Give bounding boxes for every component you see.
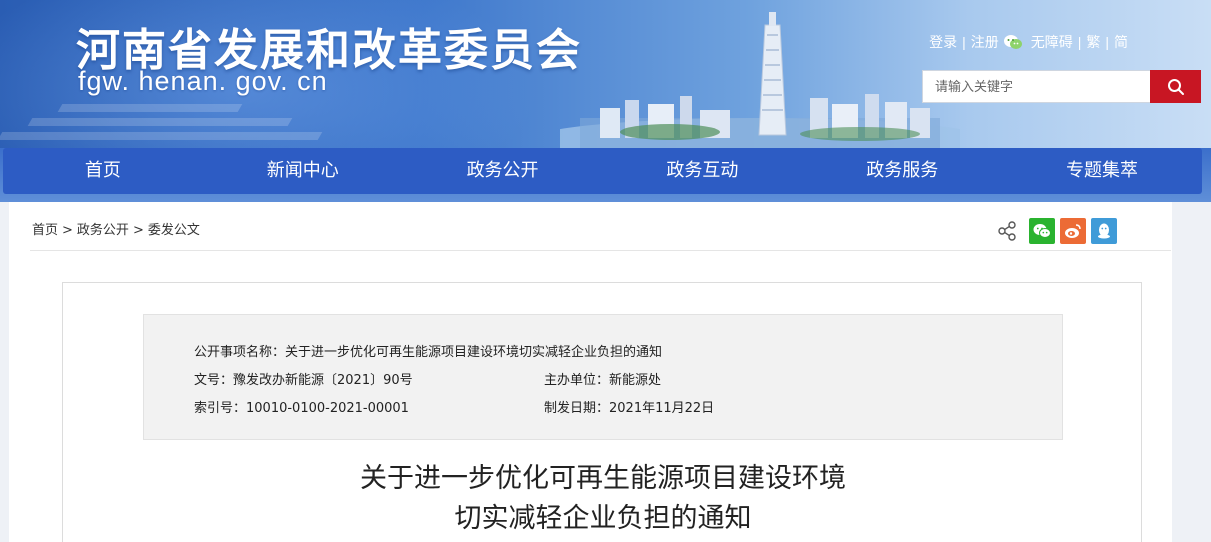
link-separator: | bbox=[1077, 34, 1082, 50]
city-skyline-illustration bbox=[560, 12, 960, 150]
nav-item-home[interactable]: 首页 bbox=[3, 148, 203, 194]
breadcrumb: 首页 > 政务公开 > 委发公文 bbox=[32, 219, 200, 238]
article-title-line-2: 切实减轻企业负担的通知 bbox=[454, 503, 752, 534]
metadata-issue-date: 制发日期：2021年11月22日 bbox=[544, 401, 715, 416]
nav-item-services[interactable]: 政务服务 bbox=[802, 148, 1002, 194]
simplified-chinese-link[interactable]: 简 bbox=[1114, 32, 1128, 52]
link-separator: | bbox=[1105, 34, 1109, 50]
metadata-host-unit: 主办单位：新能源处 bbox=[544, 373, 662, 388]
traditional-chinese-link[interactable]: 繁 bbox=[1086, 32, 1100, 52]
register-link[interactable]: 注册 bbox=[971, 32, 999, 52]
share-icon[interactable] bbox=[997, 218, 1017, 244]
banner-decoration bbox=[0, 132, 323, 140]
breadcrumb-government-affairs[interactable]: 政务公开 bbox=[77, 223, 129, 238]
content-panel: 首页 > 政务公开 > 委发公文 公开事项名称：关于进一步优化可再生能源项目建设… bbox=[9, 202, 1172, 542]
breadcrumb-divider bbox=[30, 250, 1171, 251]
main-nav: 首页 新闻中心 政务公开 政务互动 政务服务 专题集萃 bbox=[3, 148, 1202, 194]
share-wechat-button[interactable] bbox=[1029, 218, 1055, 244]
document-metadata-box: 公开事项名称：关于进一步优化可再生能源项目建设环境切实减轻企业负担的通知 文号：… bbox=[143, 314, 1063, 440]
header-banner: 河南省发展和改革委员会 fgw. henan. gov. cn 登录 | 注册 … bbox=[0, 0, 1211, 150]
article-container: 公开事项名称：关于进一步优化可再生能源项目建设环境切实减轻企业负担的通知 文号：… bbox=[62, 282, 1142, 542]
metadata-item-name: 公开事项名称：关于进一步优化可再生能源项目建设环境切实减轻企业负担的通知 bbox=[194, 345, 663, 360]
wechat-icon bbox=[1033, 224, 1051, 238]
search-box bbox=[922, 70, 1201, 103]
weibo-icon bbox=[1065, 224, 1081, 238]
search-input[interactable] bbox=[922, 70, 1150, 103]
metadata-index-number: 索引号：10010-0100-2021-00001 bbox=[194, 401, 409, 416]
qq-icon bbox=[1098, 223, 1110, 239]
top-links: 登录 | 注册 无障碍 | 繁 | 简 bbox=[929, 32, 1128, 52]
nav-item-topics[interactable]: 专题集萃 bbox=[1002, 148, 1202, 194]
search-icon bbox=[1167, 78, 1184, 95]
link-separator: | bbox=[962, 34, 966, 50]
wechat-icon[interactable] bbox=[1003, 32, 1023, 52]
login-link[interactable]: 登录 bbox=[929, 32, 957, 52]
search-button[interactable] bbox=[1150, 70, 1201, 103]
site-domain: fgw. henan. gov. cn bbox=[78, 66, 328, 96]
accessibility-link[interactable]: 无障碍 bbox=[1031, 32, 1073, 52]
breadcrumb-home[interactable]: 首页 bbox=[32, 223, 58, 238]
article-title-line-1: 关于进一步优化可再生能源项目建设环境 bbox=[360, 463, 846, 494]
nav-item-interaction[interactable]: 政务互动 bbox=[602, 148, 802, 194]
metadata-document-number: 文号：豫发改办新能源〔2021〕90号 bbox=[194, 373, 413, 388]
share-qq-button[interactable] bbox=[1091, 218, 1117, 244]
nav-item-government-affairs[interactable]: 政务公开 bbox=[403, 148, 603, 194]
banner-decoration bbox=[57, 104, 243, 112]
banner-decoration bbox=[27, 118, 293, 126]
breadcrumb-separator: > bbox=[62, 223, 73, 238]
nav-item-news[interactable]: 新闻中心 bbox=[203, 148, 403, 194]
breadcrumb-separator: > bbox=[132, 223, 144, 238]
breadcrumb-documents[interactable]: 委发公文 bbox=[148, 223, 200, 238]
share-weibo-button[interactable] bbox=[1060, 218, 1086, 244]
